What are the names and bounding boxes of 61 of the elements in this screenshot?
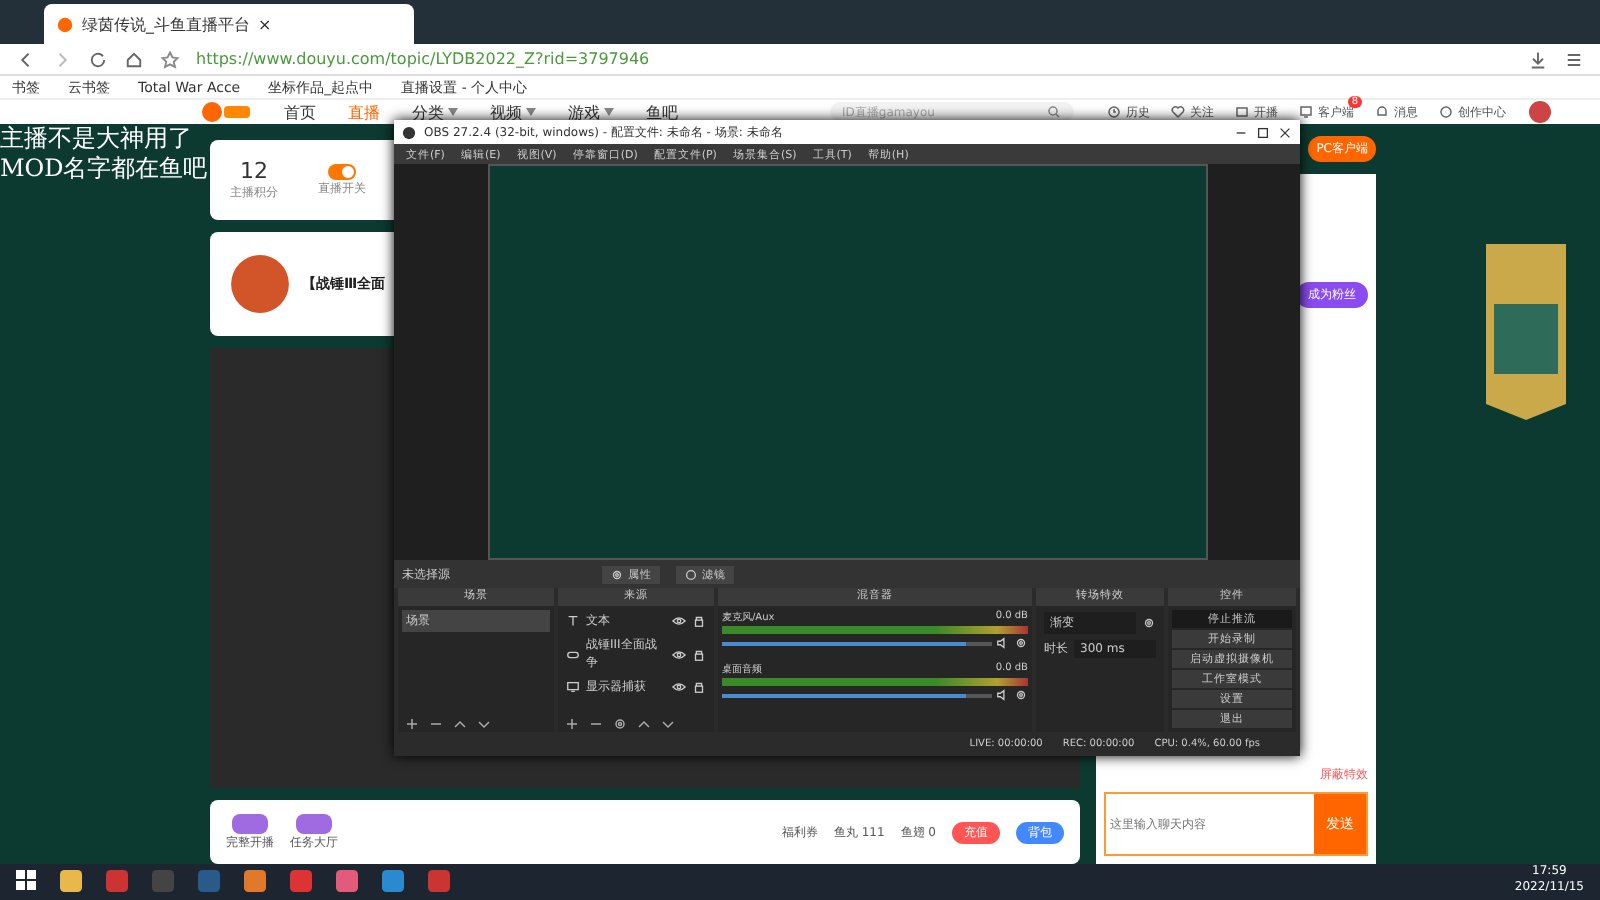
room-avatar-icon [226,250,294,318]
app-icon[interactable] [244,869,266,891]
close-icon[interactable]: × [258,15,272,33]
star-icon[interactable] [160,49,180,69]
tab-title: 绿茵传说_斗鱼直播平台 [82,13,250,35]
overlay-text: 主播不是大神用了 [0,124,194,154]
nav-link[interactable]: 鱼吧 [646,101,678,123]
obs-logo-icon [402,125,416,139]
gear-icon[interactable] [1014,688,1028,702]
lock-icon[interactable] [692,680,706,694]
logo-icon[interactable] [200,100,252,124]
avatar-icon[interactable] [1526,100,1554,124]
gift-icon[interactable] [232,813,268,833]
header-icon[interactable] [1374,104,1390,120]
start-icon[interactable] [16,870,36,890]
eye-icon[interactable] [672,614,686,628]
gear-icon[interactable] [612,715,628,731]
app-icon[interactable] [382,869,404,891]
close-icon[interactable] [1278,125,1292,139]
nav-link[interactable]: 分类 [412,101,458,123]
home-icon[interactable] [124,49,144,69]
add-icon[interactable] [404,715,420,731]
nav-link[interactable]: 视频 [490,101,536,123]
header-icon[interactable] [1438,104,1454,120]
header-icon[interactable] [1234,104,1250,120]
score-value: 12 [240,158,268,184]
app-icon[interactable] [336,869,358,891]
gear-icon[interactable] [1142,616,1156,630]
display-source-icon[interactable] [566,680,580,694]
menu-icon[interactable] [1564,49,1584,69]
gear-icon[interactable] [1014,636,1028,650]
gift-icon[interactable] [296,813,332,833]
lock-icon[interactable] [692,614,706,628]
live-switch[interactable] [328,163,356,179]
header-icon[interactable] [1106,104,1122,120]
speaker-icon[interactable] [996,636,1010,650]
text-source-icon[interactable] [566,614,580,628]
download-icon[interactable] [1528,49,1548,69]
reload-icon[interactable] [88,49,108,69]
nav-link[interactable]: 游戏 [568,101,614,123]
game-source-icon[interactable] [566,647,580,661]
overlay-text: MOD名字都在鱼吧 [0,154,208,184]
speaker-icon[interactable] [996,688,1010,702]
move-up-icon[interactable] [452,715,468,731]
search-icon[interactable] [1046,104,1062,120]
filter-icon[interactable] [684,567,698,581]
eye-icon[interactable] [672,647,686,661]
header-icon[interactable] [1170,104,1186,120]
add-icon[interactable] [564,715,580,731]
eye-icon[interactable] [672,680,686,694]
favicon-icon [56,15,74,33]
lock-icon[interactable] [692,647,706,661]
move-down-icon[interactable] [660,715,676,731]
move-up-icon[interactable] [636,715,652,731]
header-icon[interactable] [1298,104,1314,120]
move-down-icon[interactable] [476,715,492,731]
gear-icon[interactable] [610,567,624,581]
browser-tab[interactable]: 绿茵传说_斗鱼直播平台 × [44,4,414,44]
app-icon[interactable] [60,869,82,891]
maximize-icon[interactable] [1256,125,1270,139]
nav-link[interactable]: 首页 [284,101,316,123]
